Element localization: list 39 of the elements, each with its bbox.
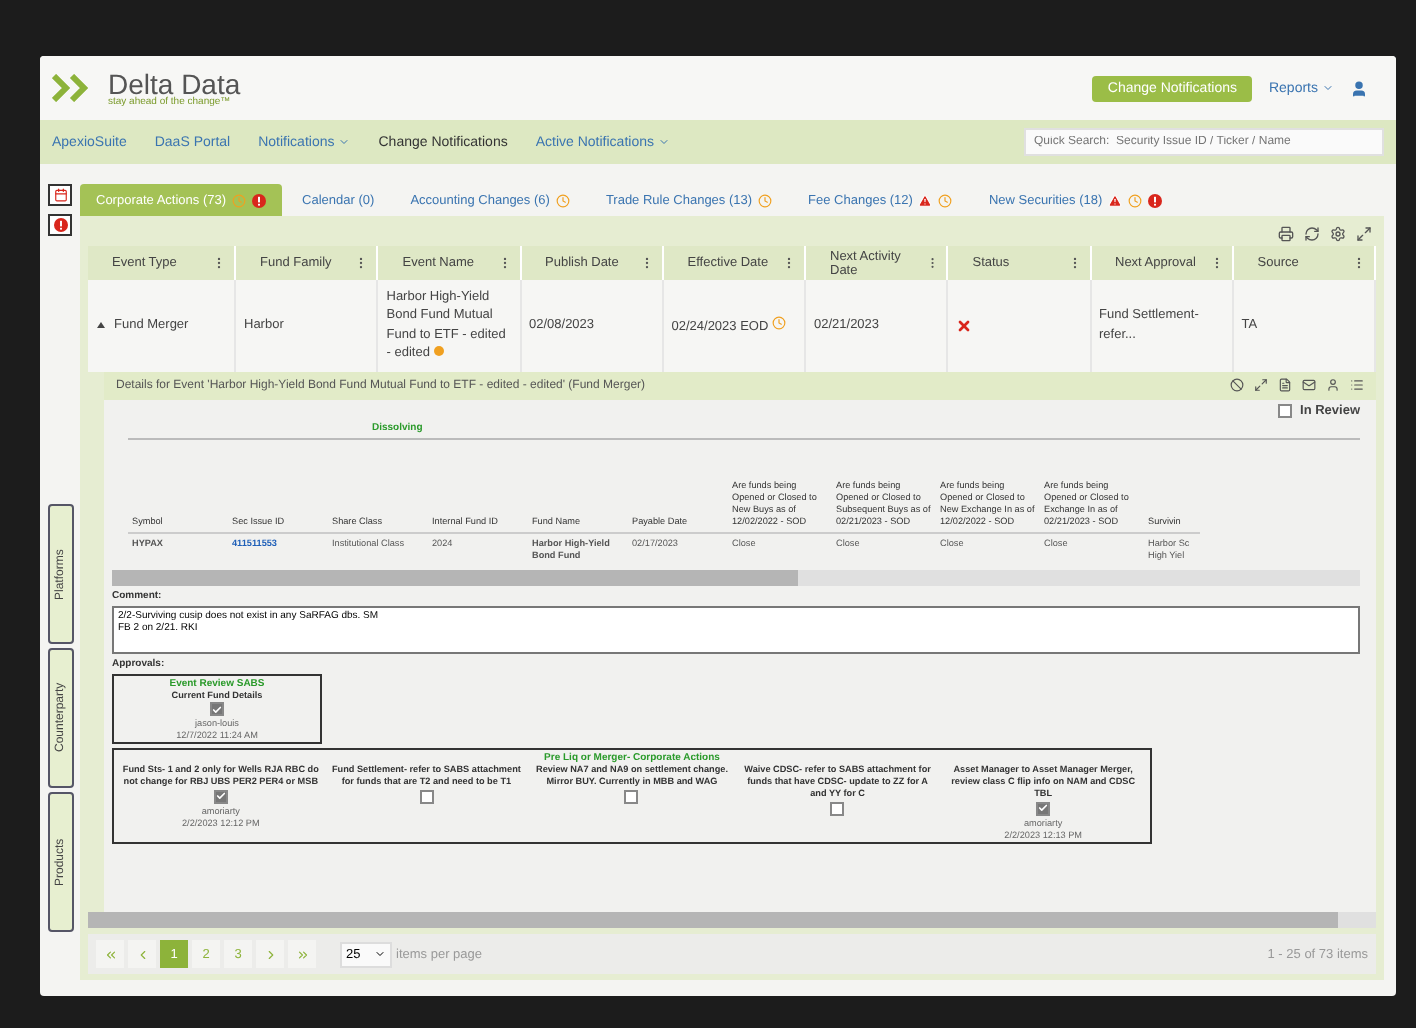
approval-checkbox[interactable] [624,789,639,804]
caret-icon [374,948,386,960]
approval-checkbox[interactable] [213,789,228,804]
column-menu-icon [212,256,226,270]
caret-icon [1322,82,1334,94]
horizontal-scrollbar[interactable] [112,569,1360,586]
first-page-icon [103,947,117,961]
settings-icon [1330,226,1346,242]
expand-toggle-icon[interactable] [96,320,106,331]
last-page-icon [295,947,309,961]
caret-icon [657,136,670,148]
column-menu-icon [1352,256,1366,270]
calendar-icon [53,188,67,202]
error-icon [53,218,67,232]
expand-icon [1254,378,1268,393]
document-icon [1278,378,1292,393]
list-icon [1350,378,1364,393]
mail-icon [1302,378,1316,393]
approval-checkbox[interactable] [210,702,224,717]
next-icon [263,947,277,961]
cancel-icon [1230,378,1244,393]
approval-checkbox[interactable] [830,801,845,816]
last-page-button[interactable] [288,940,316,968]
horizontal-scrollbar[interactable] [88,912,1376,928]
caret-icon [338,136,351,148]
user-icon [1326,378,1340,393]
approval-checkbox[interactable] [419,789,434,804]
column-menu-icon [782,256,796,270]
approval-checkbox[interactable] [1036,801,1051,816]
brand-name: Delta Data [108,69,241,97]
previous-icon [135,947,149,961]
printer-icon [1278,226,1294,242]
first-page-button[interactable] [96,940,124,968]
user-icon[interactable] [1350,79,1368,97]
alert-button[interactable] [48,214,72,236]
refresh-icon [1304,226,1320,242]
chevrons-logo-icon [52,74,92,102]
calendar-alert-button[interactable] [48,184,72,206]
expand-icon [1356,226,1372,242]
